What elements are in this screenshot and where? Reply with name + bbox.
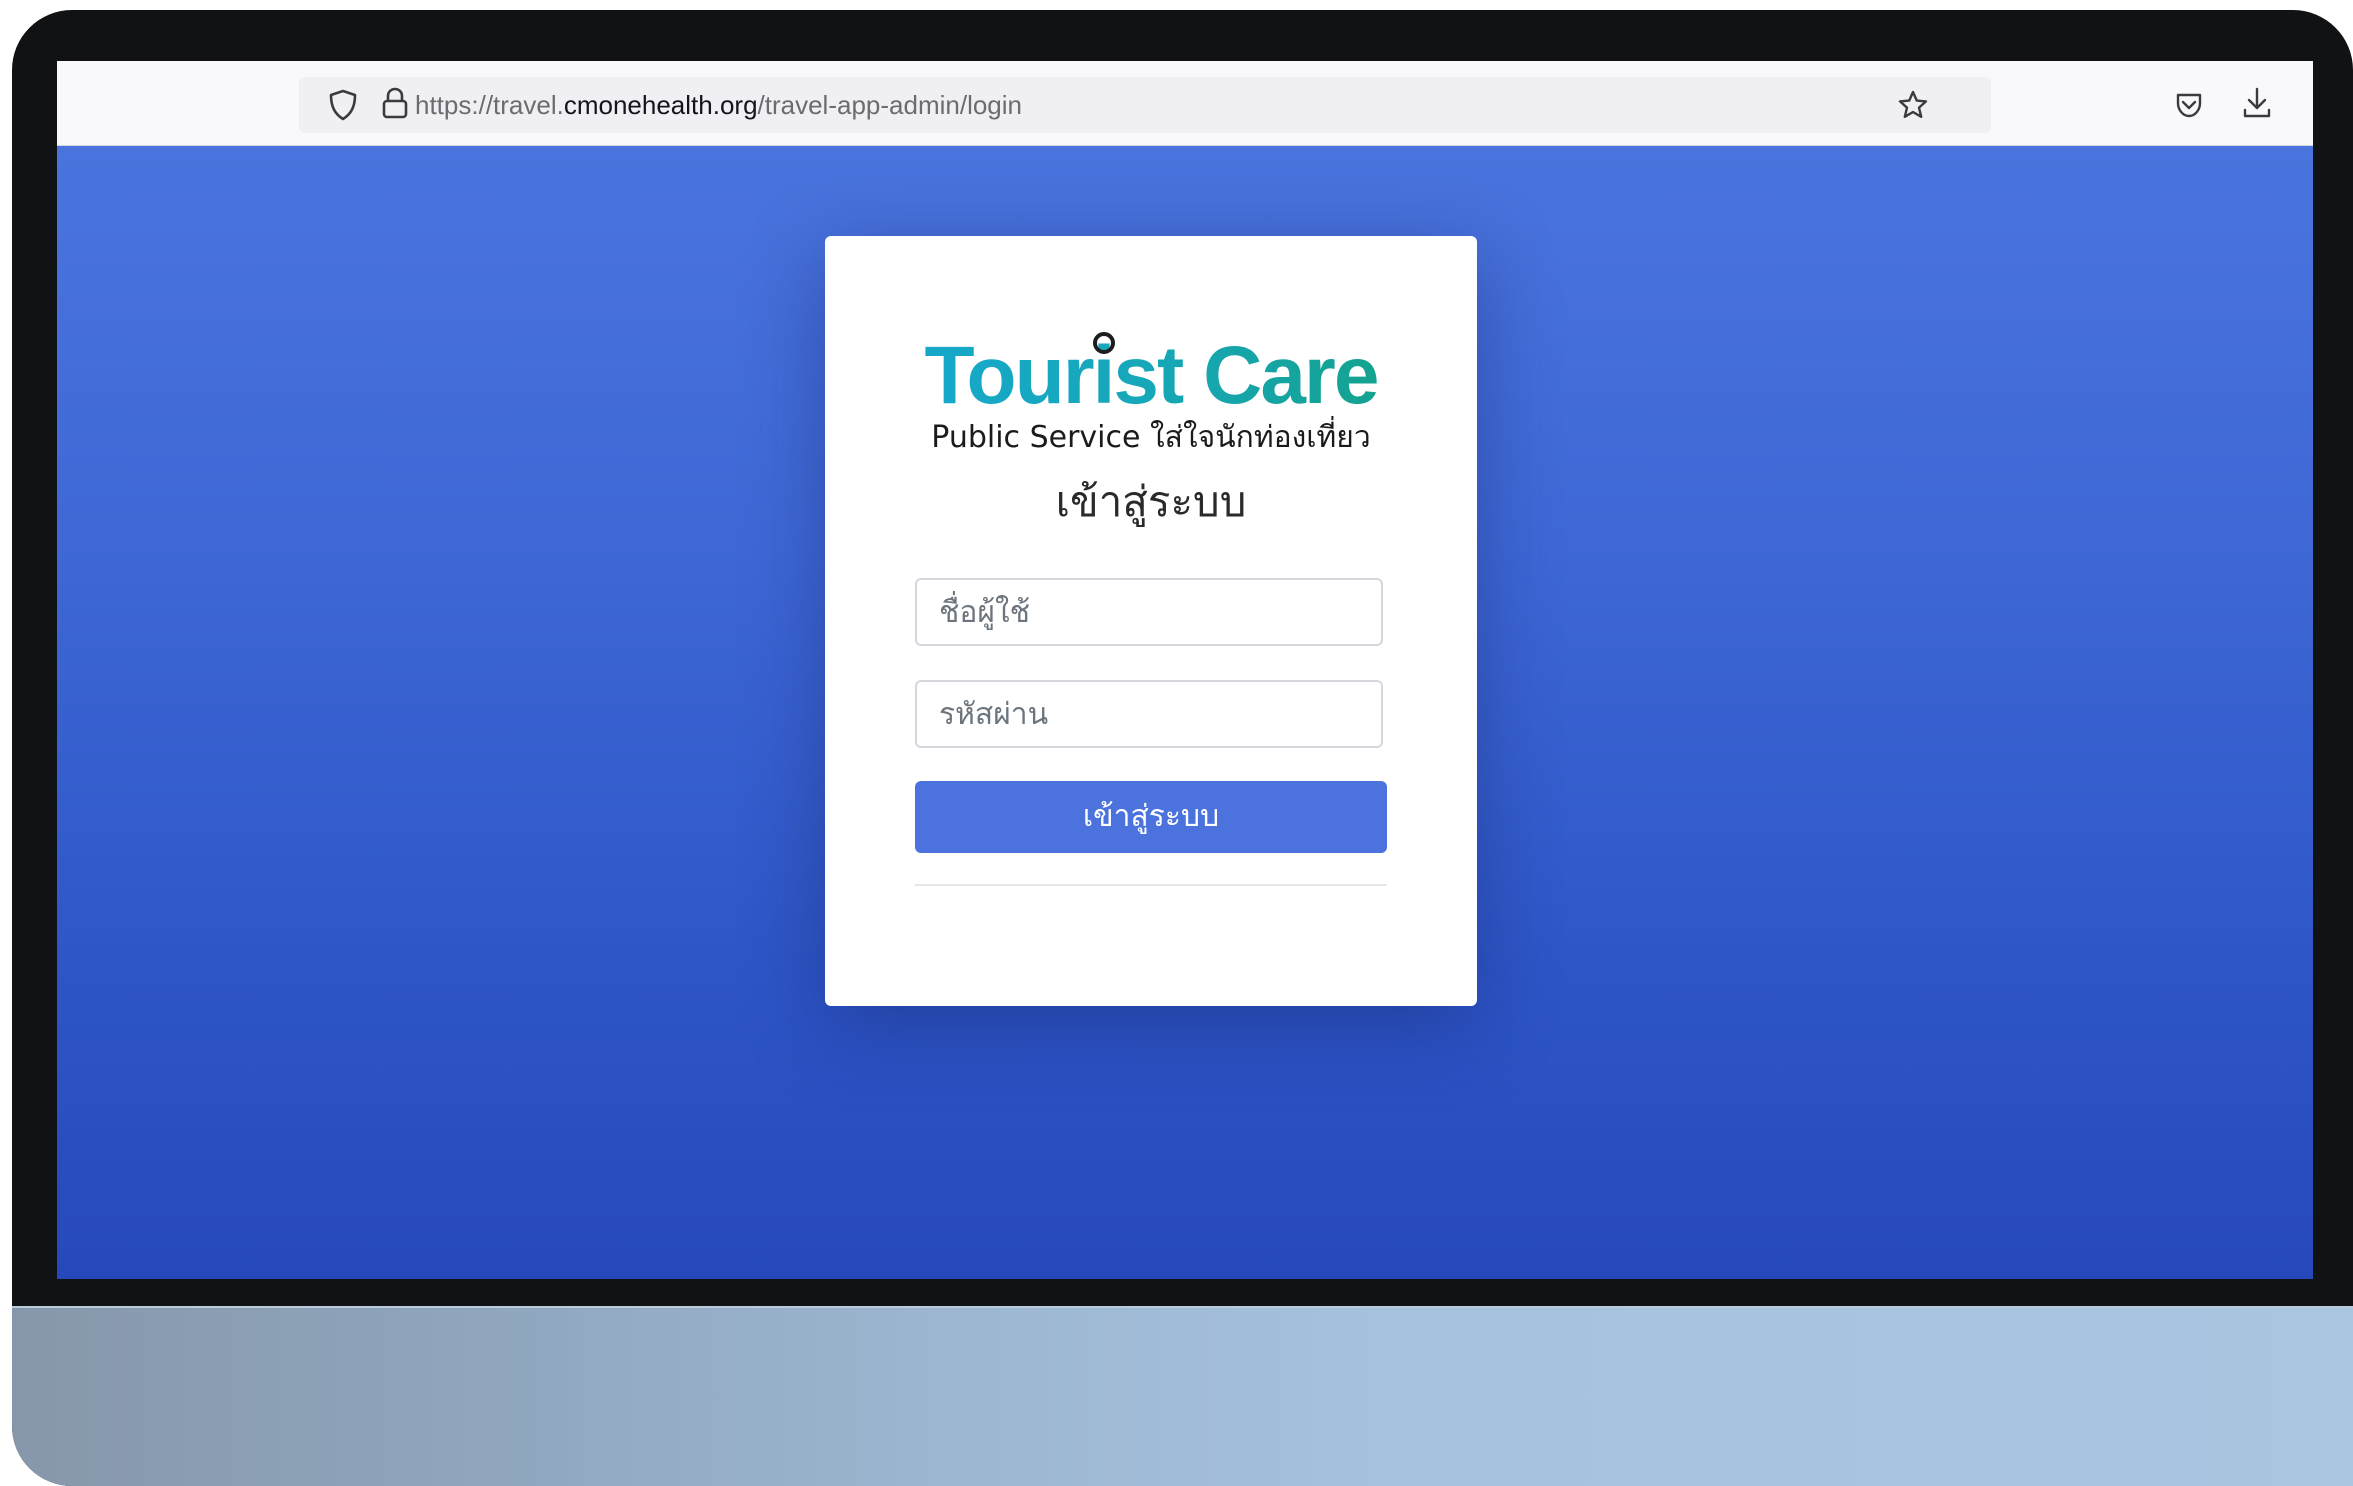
monitor-frame: https://travel.cmonehealth.org/travel-ap… (12, 10, 2353, 1486)
download-icon[interactable] (2237, 83, 2277, 123)
username-input[interactable] (915, 578, 1383, 646)
lock-icon[interactable] (375, 83, 415, 123)
password-input[interactable] (915, 680, 1383, 748)
url-prefix: https://travel. (415, 90, 564, 120)
monitor-stand (12, 1306, 2353, 1486)
shield-icon[interactable] (323, 85, 363, 125)
pocket-icon[interactable] (2169, 85, 2209, 125)
star-icon[interactable] (1893, 85, 1933, 125)
location-pin-icon (1093, 332, 1115, 354)
browser-toolbar: https://travel.cmonehealth.org/travel-ap… (57, 61, 2313, 146)
login-button[interactable]: เข้าสู่ระบบ (915, 781, 1387, 853)
logo-tagline: Public Service ใส่ใจนักท่องเที่ยว (931, 420, 1371, 455)
divider (915, 884, 1387, 886)
url-text[interactable]: https://travel.cmonehealth.org/travel-ap… (415, 89, 1022, 121)
browser-window: https://travel.cmonehealth.org/travel-ap… (57, 61, 2313, 1279)
tourist-care-logo: Tourist Care Public Service ใส่ใจนักท่อง… (825, 326, 1477, 466)
login-title: เข้าสู่ระบบ (1055, 477, 1247, 526)
logo-wordmark: Tourist Care (825, 326, 1477, 426)
page-content: Tourist Care Public Service ใส่ใจนักท่อง… (57, 146, 2313, 1279)
url-host: cmonehealth.org (563, 90, 758, 120)
url-path: /travel-app-admin/login (757, 90, 1022, 120)
login-card: Tourist Care Public Service ใส่ใจนักท่อง… (825, 236, 1477, 1006)
